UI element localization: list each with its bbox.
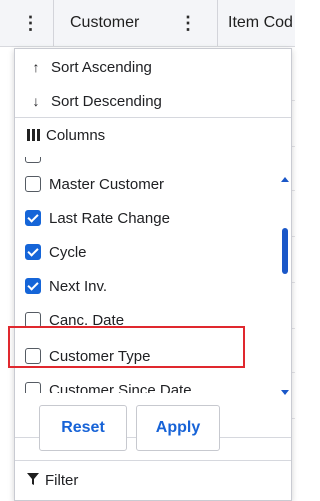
kebab-icon[interactable]: ⋮: [179, 14, 197, 32]
checkbox[interactable]: [25, 210, 41, 226]
column-header-label: Item Cod: [228, 14, 293, 31]
column-option-label: Customer Type: [49, 347, 151, 365]
menu-divider: [15, 460, 291, 461]
checkbox[interactable]: [25, 348, 41, 364]
arrow-up-icon: ↑: [32, 59, 40, 75]
filter-icon: [27, 472, 39, 488]
menu-item-label: Filter: [45, 471, 79, 489]
column-option-customer-since-date[interactable]: Customer Since Date: [25, 375, 192, 393]
columns-icon: [27, 129, 40, 141]
column-option-customer-type[interactable]: Customer Type: [25, 341, 150, 371]
sort-descending-item[interactable]: ↓ Sort Descending: [27, 87, 162, 115]
column-menu-button[interactable]: ⋮: [8, 0, 54, 46]
column-option-last-rate-change[interactable]: Last Rate Change: [25, 203, 170, 233]
menu-item-label: Columns: [46, 126, 106, 144]
checkbox[interactable]: [25, 312, 41, 328]
scroll-up-icon[interactable]: [281, 177, 289, 182]
grid-header: ⋮ Customer ⋮ Item Cod: [0, 0, 295, 47]
column-option-cycle[interactable]: Cycle: [25, 237, 87, 267]
column-header-label: Customer: [70, 14, 140, 31]
column-option-canc-date[interactable]: Canc. Date: [25, 305, 124, 335]
columns-list[interactable]: Master Customer Last Rate Change Cycle N…: [15, 157, 277, 393]
sort-ascending-item[interactable]: ↑ Sort Ascending: [27, 53, 152, 81]
apply-button[interactable]: Apply: [136, 405, 220, 451]
menu-item-label: Sort Descending: [51, 92, 162, 110]
scrollbar-thumb[interactable]: [282, 228, 288, 274]
columns-item[interactable]: Columns: [27, 121, 105, 149]
column-option-next-inv[interactable]: Next Inv.: [25, 271, 107, 301]
column-option-label: Cycle: [49, 243, 87, 261]
column-option-master-customer[interactable]: Master Customer: [25, 169, 164, 199]
checkbox[interactable]: [25, 176, 41, 192]
column-option-label: Master Customer: [49, 175, 165, 193]
filter-item[interactable]: Filter: [27, 467, 78, 493]
column-header-item-code[interactable]: Item Cod: [218, 0, 308, 46]
menu-item-label: Sort Ascending: [51, 58, 152, 76]
column-menu: ↑ Sort Ascending ↓ Sort Descending Colum…: [14, 48, 292, 501]
arrow-down-icon: ↓: [32, 93, 40, 109]
column-option-label: Customer Since Date: [49, 381, 192, 394]
column-header-customer[interactable]: Customer ⋮: [54, 0, 218, 46]
column-option-label: Canc. Date: [49, 311, 125, 329]
checkbox[interactable]: [25, 278, 41, 294]
column-option-label: Next Inv.: [49, 277, 108, 295]
checkbox[interactable]: [25, 382, 41, 393]
reset-button[interactable]: Reset: [39, 405, 127, 451]
column-option-label: Last Rate Change: [49, 209, 170, 227]
checkbox[interactable]: [25, 244, 41, 260]
scroll-down-icon[interactable]: [281, 390, 289, 395]
kebab-icon[interactable]: ⋮: [22, 14, 40, 32]
partial-checkbox: [25, 157, 41, 163]
columns-scrollbar[interactable]: [279, 177, 291, 395]
menu-divider: [15, 117, 291, 118]
